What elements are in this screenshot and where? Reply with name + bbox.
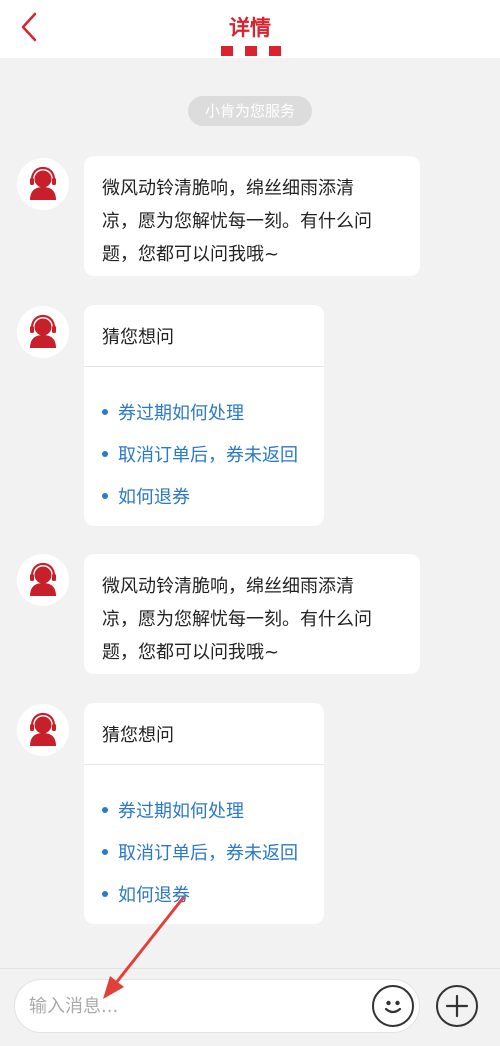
top-bar: 详情 — [0, 0, 500, 58]
bullet-icon — [102, 451, 108, 457]
input-bar — [0, 968, 500, 1046]
emoji-button[interactable] — [372, 985, 414, 1027]
message-bubble: 微风动铃清脆响，绵丝细雨添清 凉，愿为您解忧每一刻。有什么问 题，您都可以问我哦… — [84, 156, 420, 276]
title-decoration — [221, 46, 281, 56]
bullet-icon — [102, 409, 108, 415]
bullet-icon — [102, 849, 108, 855]
agent-avatar — [17, 554, 69, 606]
message-line: 题，您都可以问我哦~ — [102, 642, 280, 663]
bullet-icon — [102, 891, 108, 897]
message-line: 微风动铃清脆响，绵丝细雨添清 — [102, 178, 354, 199]
message-text: 微风动铃清脆响，绵丝细雨添清 凉，愿为您解忧每一刻。有什么问 题，您都可以问我哦… — [84, 554, 420, 669]
agent-avatar-icon — [30, 562, 56, 596]
message-line: 凉，愿为您解忧每一刻。有什么问 — [102, 609, 372, 630]
suggestion-item[interactable]: 取消订单后，券未返回 — [102, 831, 324, 873]
suggestion-title: 猜您想问 — [84, 703, 324, 765]
service-label: 小肯为您服务 — [188, 96, 312, 126]
bullet-icon — [102, 493, 108, 499]
message-line: 题，您都可以问我哦~ — [102, 244, 280, 265]
suggestion-label: 券过期如何处理 — [118, 801, 244, 822]
agent-avatar-icon — [30, 712, 56, 746]
suggestion-item[interactable]: 如何退券 — [102, 873, 324, 915]
suggestion-label: 如何退券 — [118, 885, 190, 906]
suggestion-label: 取消订单后，券未返回 — [118, 843, 298, 864]
suggestion-card: 猜您想问 券过期如何处理 取消订单后，券未返回 如何退券 — [84, 305, 324, 526]
message-input[interactable] — [14, 979, 420, 1033]
plus-button[interactable] — [436, 985, 478, 1027]
agent-avatar — [17, 306, 69, 358]
message-line: 微风动铃清脆响，绵丝细雨添清 — [102, 576, 354, 597]
agent-avatar-icon — [30, 166, 56, 200]
message-line: 凉，愿为您解忧每一刻。有什么问 — [102, 211, 372, 232]
agent-avatar — [17, 158, 69, 210]
suggestion-item[interactable]: 如何退券 — [102, 475, 324, 517]
suggestion-list: 券过期如何处理 取消订单后，券未返回 如何退券 — [84, 765, 324, 915]
message-bubble: 微风动铃清脆响，绵丝细雨添清 凉，愿为您解忧每一刻。有什么问 题，您都可以问我哦… — [84, 554, 420, 674]
suggestion-card: 猜您想问 券过期如何处理 取消订单后，券未返回 如何退券 — [84, 703, 324, 924]
message-text: 微风动铃清脆响，绵丝细雨添清 凉，愿为您解忧每一刻。有什么问 题，您都可以问我哦… — [84, 156, 420, 271]
agent-avatar-icon — [30, 314, 56, 348]
page-title: 详情 — [229, 16, 271, 40]
suggestion-item[interactable]: 取消订单后，券未返回 — [102, 433, 324, 475]
suggestion-item[interactable]: 券过期如何处理 — [102, 789, 324, 831]
emoji-icon — [384, 1000, 402, 1014]
suggestion-label: 券过期如何处理 — [118, 403, 244, 424]
suggestion-item[interactable]: 券过期如何处理 — [102, 391, 324, 433]
agent-avatar — [17, 704, 69, 756]
suggestion-label: 取消订单后，券未返回 — [118, 445, 298, 466]
suggestion-title: 猜您想问 — [84, 305, 324, 367]
suggestion-list: 券过期如何处理 取消订单后，券未返回 如何退券 — [84, 367, 324, 517]
plus-icon — [445, 994, 469, 1018]
bullet-icon — [102, 807, 108, 813]
suggestion-label: 如何退券 — [118, 487, 190, 508]
